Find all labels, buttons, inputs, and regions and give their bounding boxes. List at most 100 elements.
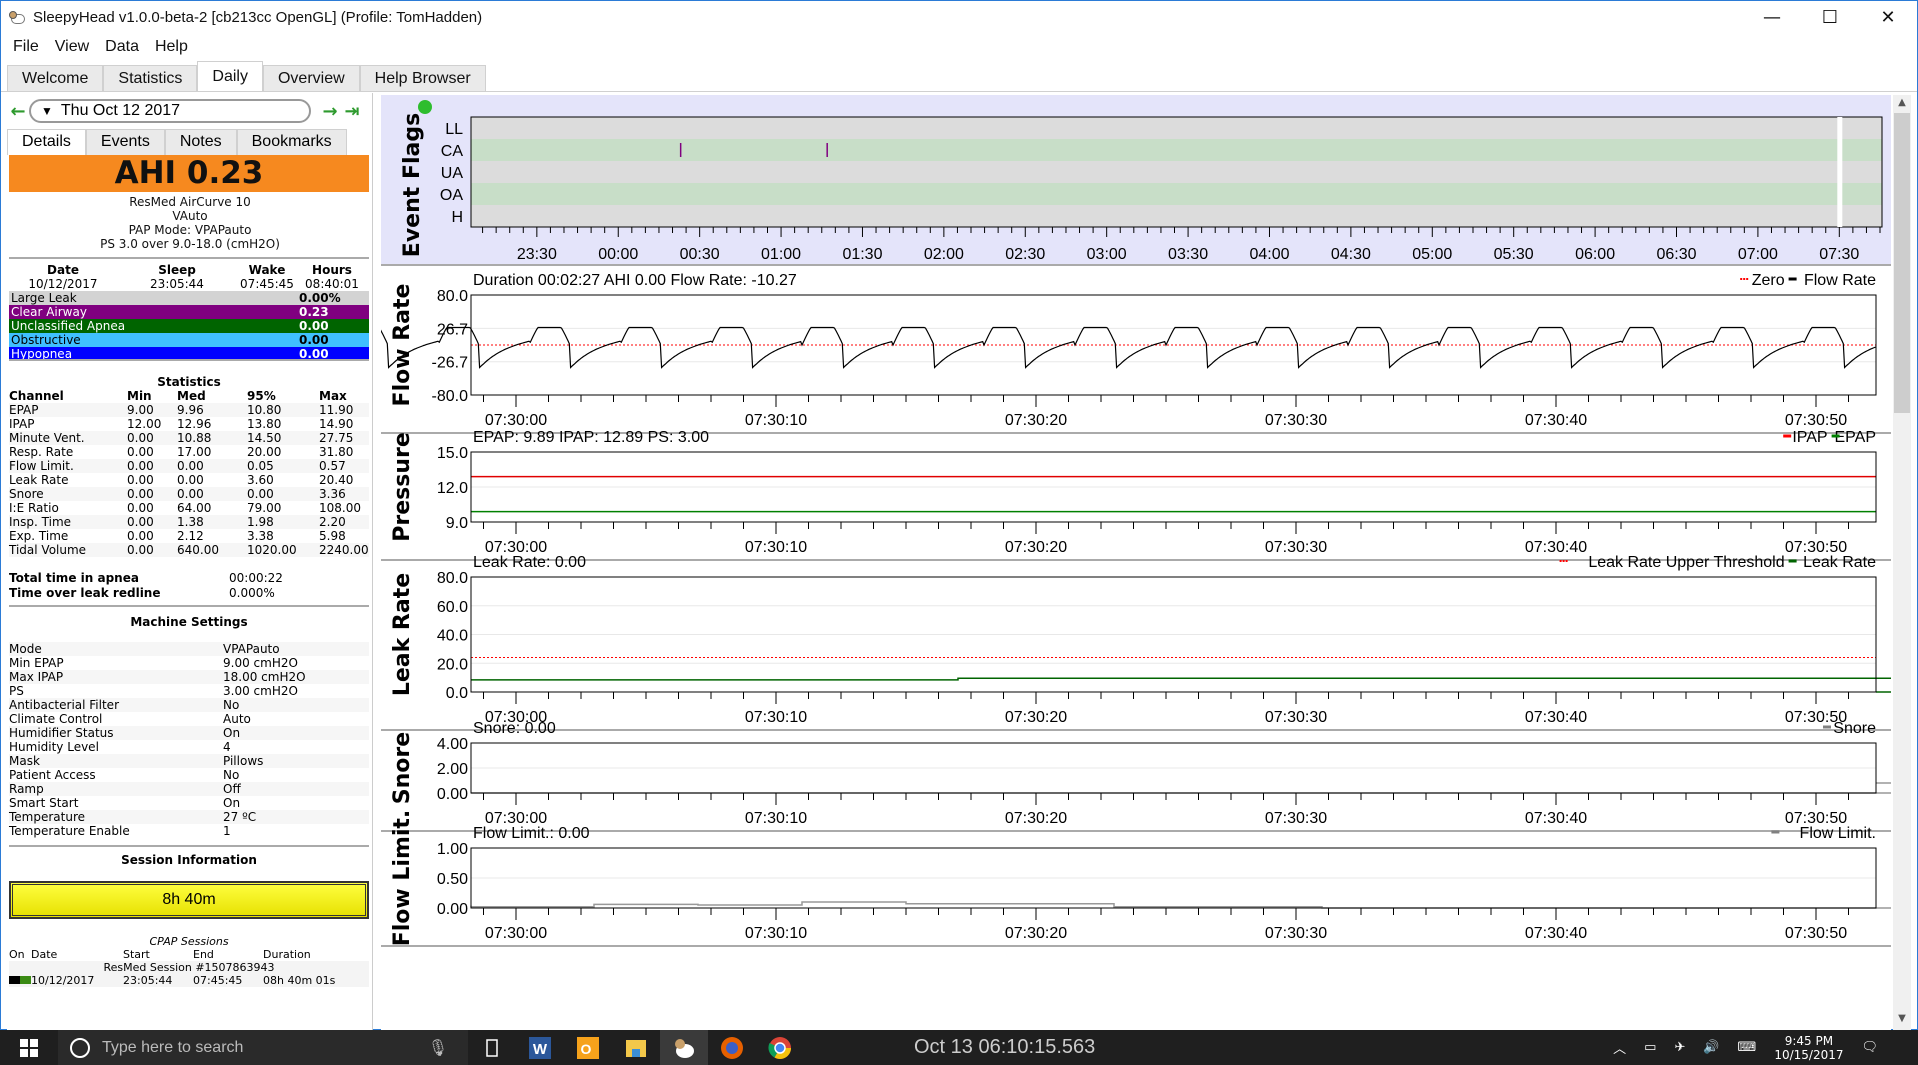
stat-cell: 14.50 <box>247 431 282 445</box>
subtab-notes[interactable]: Notes <box>164 129 237 155</box>
firefox-icon[interactable] <box>708 1030 756 1065</box>
session-header-date: Date <box>31 948 58 961</box>
close-button[interactable]: ✕ <box>1859 1 1917 33</box>
leak-redline-value: 0.000% <box>229 586 275 600</box>
y-tick-label: 0.00 <box>437 786 468 803</box>
header-sleep: Sleep <box>158 263 196 277</box>
action-center-icon[interactable]: 🗨 <box>1861 1040 1878 1055</box>
setting-value: Off <box>223 782 241 796</box>
stat-cell: 20.00 <box>247 445 282 459</box>
x-tick-label: 07:30:10 <box>745 925 807 942</box>
scroll-up-icon[interactable]: ▲ <box>1893 97 1911 113</box>
subtab-details[interactable]: Details <box>7 129 86 155</box>
menu-help[interactable]: Help <box>147 38 196 56</box>
flag-row-label: H <box>451 209 463 226</box>
tab-statistics[interactable]: Statistics <box>103 65 198 91</box>
machine-settings-rows: Mode VPAPauto Min EPAP 9.00 cmH2O Max IPAP 18… <box>9 642 369 838</box>
vertical-scrollbar[interactable]: ▲ ▼ <box>1893 95 1911 1031</box>
file-explorer-icon[interactable] <box>612 1030 660 1065</box>
tab-help-browser[interactable]: Help Browser <box>359 65 486 91</box>
event-name: Clear Airway <box>11 305 87 319</box>
machine-setting-row: Smart Start On <box>9 796 369 810</box>
y-tick-label: -80.0 <box>432 388 469 405</box>
stat-cell: Resp. Rate <box>9 445 74 459</box>
stat-cell: 1.38 <box>177 515 204 529</box>
subtab-events[interactable]: Events <box>85 129 165 155</box>
show-hidden-icons[interactable]: ︿ <box>1613 1038 1626 1057</box>
cortana-icon <box>70 1037 90 1058</box>
statistics-row: Tidal Volume 0.00 640.00 1020.00 2240.00 <box>9 543 369 557</box>
x-tick-label: 02:00 <box>924 246 964 263</box>
event-summary-row: Large Leak 0.00% <box>9 291 369 305</box>
chrome-icon[interactable] <box>756 1030 804 1065</box>
stat-cell: Tidal Volume <box>9 543 87 557</box>
arrow-to-end-icon[interactable]: ⇥ <box>341 101 363 122</box>
session-information: Session Information 8h 40m CPAP Sessions… <box>9 853 369 987</box>
statistics-row: EPAP 9.00 9.96 10.80 11.90 <box>9 403 369 417</box>
word-icon[interactable]: W <box>516 1030 564 1065</box>
session-header-start: Start <box>123 948 150 961</box>
total-apnea-label: Total time in apnea <box>9 571 139 585</box>
flow-limit-line <box>470 901 1918 909</box>
x-tick-label: 01:00 <box>761 246 801 263</box>
taskbar-search[interactable]: Type here to search 🎙 <box>58 1030 468 1065</box>
event-value: 0.00% <box>299 291 341 305</box>
x-tick-label: 23:30 <box>517 246 557 263</box>
date-picker[interactable]: ▼ Thu Oct 12 2017 <box>29 99 311 123</box>
x-tick-label: 07:30:50 <box>1785 412 1847 429</box>
setting-value: No <box>223 768 240 782</box>
flag-row-band <box>471 183 1882 205</box>
pap-mode: PAP Mode: VPAPauto <box>128 223 252 237</box>
sleepyhead-icon[interactable] <box>660 1030 708 1065</box>
minimize-button[interactable]: — <box>1743 1 1801 33</box>
outlook-icon[interactable]: O <box>564 1030 612 1065</box>
statistics-row: IPAP 12.00 12.96 13.80 14.90 <box>9 417 369 431</box>
device-model: ResMed AirCurve 10 <box>129 195 251 209</box>
arrow-left-icon[interactable]: ← <box>7 101 29 122</box>
setting-value: Auto <box>223 712 251 726</box>
graphs-svg[interactable]: Event Flags LL CA UA OA H 23:30 00:00 00:30 01:00… <box>360 95 1918 1031</box>
scroll-down-icon[interactable]: ▼ <box>1893 1013 1911 1029</box>
volume-icon[interactable]: 🔊 <box>1703 1040 1719 1055</box>
x-tick-label: 07:30:40 <box>1525 412 1587 429</box>
arrow-right-icon[interactable]: → <box>319 101 341 122</box>
stat-cell: 0.00 <box>177 487 204 501</box>
session-start: 23:05:44 <box>123 974 173 987</box>
windows-start-icon[interactable] <box>0 1030 58 1065</box>
machine-settings: Machine Settings Mode VPAPauto Min EPAP 9.0… <box>9 615 369 838</box>
task-view-icon[interactable] <box>468 1030 516 1065</box>
maximize-button[interactable]: ☐ <box>1801 1 1859 33</box>
session-row[interactable]: 10/12/2017 23:05:44 07:45:45 08h 40m 01s <box>9 974 369 987</box>
session-toggle[interactable] <box>9 976 31 984</box>
stat-cell: 0.00 <box>127 473 154 487</box>
airplane-mode-icon[interactable]: ✈ <box>1674 1040 1685 1055</box>
divider <box>9 257 369 259</box>
event-summary-row: Obstructive 0.00 <box>9 333 369 347</box>
flag-row-label: UA <box>441 165 464 182</box>
keyboard-icon[interactable]: ⌨ <box>1738 1040 1757 1055</box>
x-tick-label: 07:30:40 <box>1525 539 1587 556</box>
machine-setting-row: PS 3.00 cmH2O <box>9 684 369 698</box>
x-tick-label: 07:30:30 <box>1265 810 1327 827</box>
menu-view[interactable]: View <box>47 38 97 56</box>
legend-label: Zero <box>1752 272 1785 289</box>
tab-overview[interactable]: Overview <box>262 65 360 91</box>
divider <box>9 845 369 847</box>
leak-redline-label: Time over leak redline <box>9 586 161 600</box>
battery-icon[interactable]: ▭ <box>1644 1040 1656 1055</box>
tab-daily[interactable]: Daily <box>197 61 263 91</box>
statistics-rows: EPAP 9.00 9.96 10.80 11.90 IPAP 12.00 12.96 13.8… <box>9 403 369 557</box>
tab-welcome[interactable]: Welcome <box>7 65 104 91</box>
machine-settings-title: Machine Settings <box>130 615 248 629</box>
stat-cell: 0.00 <box>127 459 154 473</box>
setting-value: Pillows <box>223 754 264 768</box>
graph-area[interactable]: Event Flags LL CA UA OA H 23:30 00:00 00:30 01:00… <box>360 95 1918 1031</box>
clock[interactable]: 9:45 PM 10/15/2017 <box>1774 1034 1843 1062</box>
microphone-icon[interactable]: 🎙 <box>428 1038 448 1058</box>
subtab-bookmarks[interactable]: Bookmarks <box>236 129 347 155</box>
x-tick-label: 04:30 <box>1331 246 1371 263</box>
scroll-thumb[interactable] <box>1894 113 1910 413</box>
machine-setting-row: Mask Pillows <box>9 754 369 768</box>
menu-file[interactable]: File <box>5 38 47 56</box>
menu-data[interactable]: Data <box>97 38 147 56</box>
